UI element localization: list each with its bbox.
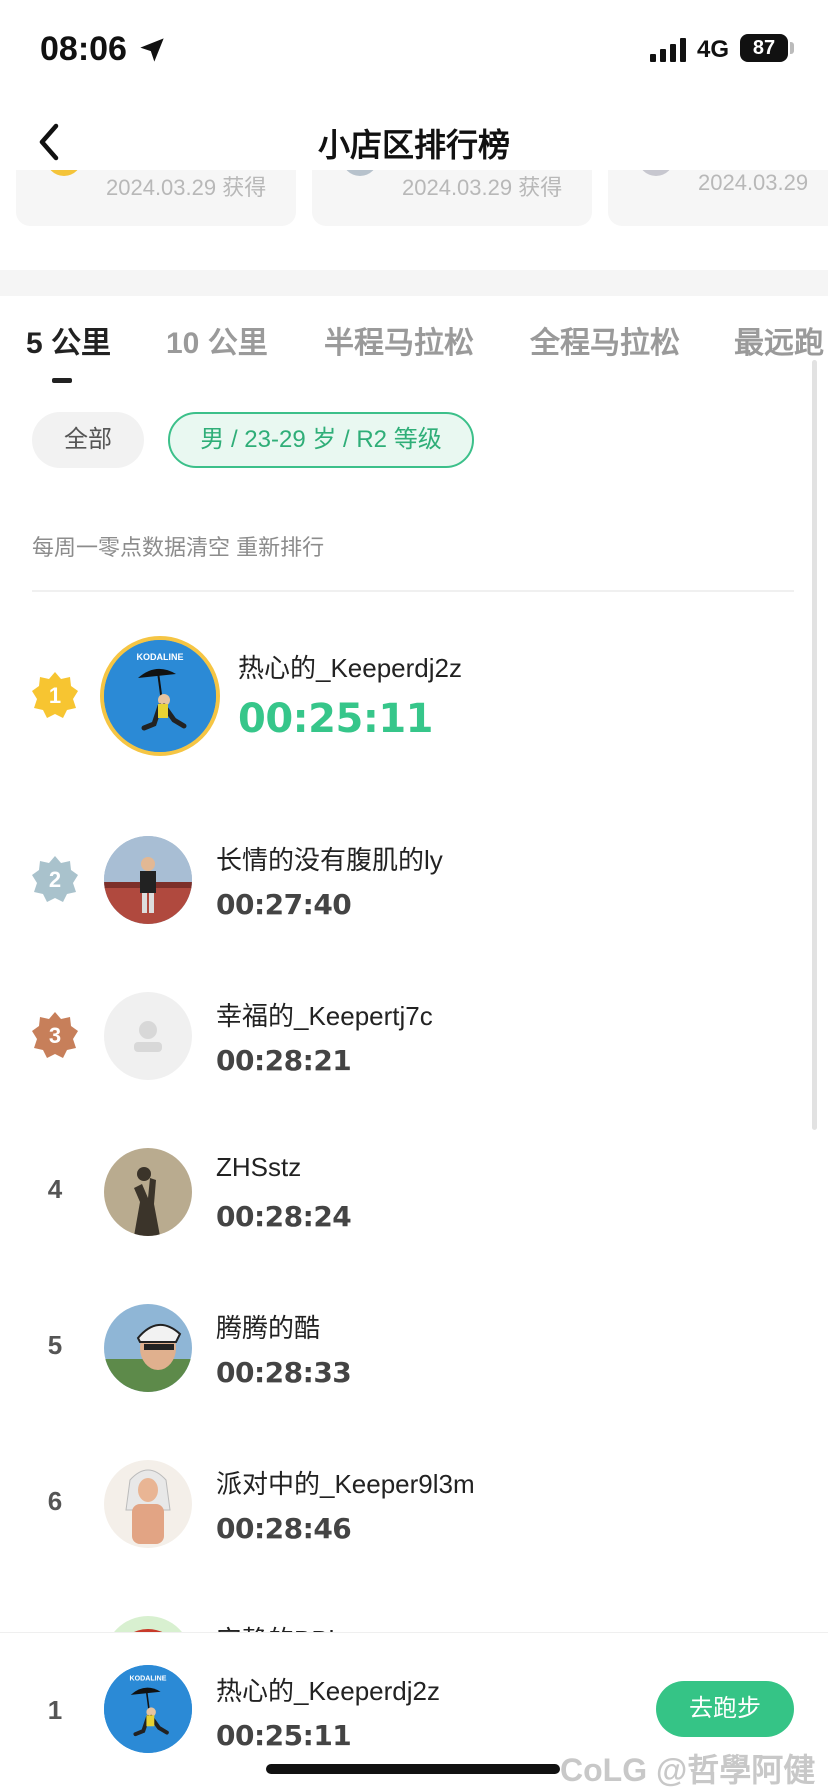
avatar[interactable]	[104, 1460, 192, 1548]
default-user-icon	[134, 1021, 162, 1052]
ranking-row[interactable]: 6 派对中的_Keeper9l3m 00:28:46	[0, 1454, 828, 1554]
rank-number: 1	[49, 683, 61, 708]
cyclist-photo-icon	[104, 1304, 192, 1392]
umbrella-figure-icon: KODALINE	[104, 640, 216, 752]
medal-icon	[46, 170, 82, 176]
rank-number: 4	[47, 1174, 63, 1204]
svg-text:KODALINE: KODALINE	[130, 1676, 167, 1683]
avatar[interactable]	[104, 836, 192, 924]
medal-date: 2024.03.29 获得	[402, 175, 563, 200]
runner-name: 腾腾的酷	[216, 1313, 321, 1343]
medal-icon	[342, 170, 378, 176]
runner-name: 派对中的_Keeper9l3m	[216, 1469, 475, 1499]
rank-number: 5	[47, 1330, 63, 1360]
tab-indicator	[52, 378, 72, 383]
run-time: 00:28:46	[216, 1512, 352, 1545]
page-title: 小店区排行榜	[317, 127, 510, 163]
run-time: 00:28:21	[216, 1044, 352, 1077]
tab-full-marathon[interactable]: 全程马拉松	[530, 318, 680, 362]
avatar[interactable]: KODALINE	[100, 636, 220, 756]
battery-icon: 87	[740, 34, 788, 62]
bronze-badge-icon: 3	[32, 1012, 78, 1058]
ranking-row[interactable]: 1 KODALINE 热心的_Keeperdj2z 00:25:11	[0, 630, 828, 760]
avatar[interactable]	[104, 1148, 192, 1236]
reset-note: 每周一零点数据清空 重新排行	[32, 535, 325, 560]
ranking-row[interactable]: 2 长情的没有腹肌的ly 00:27:40	[0, 830, 828, 930]
tab-10km[interactable]: 10 公里	[166, 318, 268, 362]
medal-date: 2024.03.29	[698, 170, 809, 195]
avatar[interactable]	[104, 992, 192, 1080]
watermark: CoLG @哲學阿健	[560, 1752, 816, 1788]
section-divider	[0, 270, 828, 296]
tab-longest-run[interactable]: 最远跑	[734, 318, 824, 362]
rank-number: 6	[47, 1486, 63, 1516]
tab-5km[interactable]: 5 公里	[26, 318, 111, 362]
my-runner-name: 热心的_Keeperdj2z	[216, 1676, 440, 1706]
medal-icon	[638, 170, 674, 176]
umbrella-figure-icon: KODALINE	[104, 1665, 192, 1753]
illustrated-figure-icon	[104, 1460, 192, 1548]
my-rank-number: 1	[47, 1695, 63, 1725]
filter-selected-chip[interactable]: 男 / 23-29 岁 / R2 等级	[168, 412, 474, 468]
shadow-photo-icon	[104, 1148, 192, 1236]
signal-icon	[650, 38, 686, 62]
person-photo-icon	[104, 836, 192, 924]
ranking-row[interactable]: 3 幸福的_Keepertj7c 00:28:21	[0, 986, 828, 1086]
location-arrow-icon	[140, 38, 164, 62]
run-time: 00:27:40	[216, 888, 352, 921]
run-time: 00:28:33	[216, 1356, 352, 1389]
run-time: 00:28:24	[216, 1200, 352, 1233]
go-run-button[interactable]: 去跑步	[656, 1681, 794, 1737]
distance-tabs: 5 公里 10 公里 半程马拉松 全程马拉松 最远跑	[0, 318, 828, 378]
ranking-row[interactable]: 4 ZHSstz 00:28:24	[0, 1142, 828, 1242]
runner-name: 长情的没有腹肌的ly	[216, 845, 443, 875]
silver-badge-icon: 2	[32, 856, 78, 902]
status-bar: 08:06 4G 87	[0, 0, 828, 100]
medal-cards-strip: 2024.03.29 获得 2024.03.29 获得 2024.03.29	[0, 170, 828, 230]
medal-date: 2024.03.29 获得	[106, 175, 267, 200]
rank-number: 3	[49, 1023, 61, 1048]
medal-card[interactable]: 2024.03.29	[608, 170, 828, 226]
avatar[interactable]	[104, 1304, 192, 1392]
gold-badge-icon: 1	[32, 672, 78, 718]
medal-card[interactable]: 2024.03.29 获得	[16, 170, 296, 226]
filter-all-chip[interactable]: 全部	[32, 412, 144, 468]
runner-name: 热心的_Keeperdj2z	[238, 653, 462, 683]
ranking-row[interactable]: 5 腾腾的酷 00:28:33	[0, 1298, 828, 1398]
rank-number: 2	[49, 867, 61, 892]
runner-name: ZHSstz	[216, 1152, 302, 1182]
tab-half-marathon[interactable]: 半程马拉松	[324, 318, 474, 362]
home-indicator[interactable]	[266, 1764, 560, 1774]
list-divider	[32, 590, 794, 592]
status-time: 08:06	[40, 30, 127, 68]
my-run-time: 00:25:11	[216, 1719, 352, 1752]
network-label: 4G	[697, 36, 730, 63]
my-avatar[interactable]: KODALINE	[104, 1665, 192, 1753]
runner-name: 幸福的_Keepertj7c	[216, 1001, 433, 1031]
svg-text:KODALINE: KODALINE	[137, 652, 184, 662]
run-time: 00:25:11	[238, 696, 433, 742]
battery-tip	[790, 42, 794, 54]
medal-card[interactable]: 2024.03.29 获得	[312, 170, 592, 226]
